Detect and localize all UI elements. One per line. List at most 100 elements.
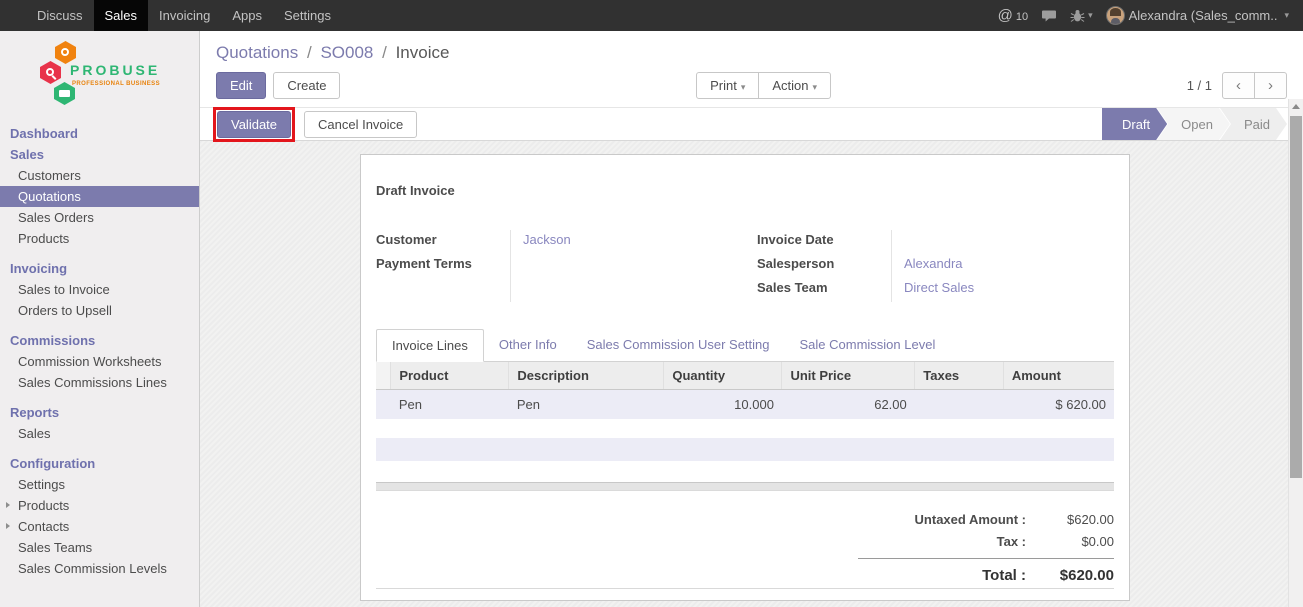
- sidebar-item-settings[interactable]: Settings: [0, 474, 199, 495]
- tab-sale-commission-level[interactable]: Sale Commission Level: [785, 329, 951, 362]
- mention-count: 10: [1016, 11, 1028, 23]
- invoice-date-value[interactable]: [904, 230, 1114, 254]
- tab-sales-commission-user-setting[interactable]: Sales Commission User Setting: [572, 329, 785, 362]
- col-unit-price[interactable]: Unit Price: [782, 362, 915, 390]
- cell-quantity[interactable]: 10.000: [664, 390, 782, 420]
- col-description[interactable]: Description: [509, 362, 664, 390]
- pager-next-button[interactable]: ›: [1254, 72, 1287, 99]
- mentions-counter[interactable]: @ 10: [998, 7, 1028, 24]
- breadcrumb-separator: /: [378, 43, 391, 62]
- sidebar-item-sales-commissions-lines[interactable]: Sales Commissions Lines: [0, 372, 199, 393]
- sidebar-section-reports[interactable]: Reports: [0, 402, 199, 423]
- topmenu-invoicing[interactable]: Invoicing: [148, 0, 221, 31]
- cell-description[interactable]: Pen: [509, 390, 664, 420]
- form-scroll-area: Draft Invoice Customer Payment Terms Jac…: [200, 141, 1303, 607]
- salesperson-value-link[interactable]: Alexandra: [904, 254, 1114, 278]
- validate-button[interactable]: Validate: [217, 111, 291, 138]
- tax-label: Tax :: [997, 534, 1026, 549]
- cell-amount[interactable]: $ 620.00: [1003, 390, 1114, 420]
- col-product[interactable]: Product: [391, 362, 509, 390]
- annotation-highlight-box: Validate: [213, 107, 295, 142]
- notebook-tabs: Invoice Lines Other Info Sales Commissio…: [376, 329, 1114, 362]
- sidebar-item-orders-to-upsell[interactable]: Orders to Upsell: [0, 300, 199, 321]
- customer-value-link[interactable]: Jackson: [523, 230, 745, 254]
- payment-terms-label: Payment Terms: [376, 254, 510, 278]
- scrollbar-thumb[interactable]: [1290, 116, 1302, 478]
- col-quantity[interactable]: Quantity: [664, 362, 782, 390]
- sidebar-item-reports-sales[interactable]: Sales: [0, 423, 199, 444]
- sales-team-value-link[interactable]: Direct Sales: [904, 278, 1114, 302]
- col-taxes[interactable]: Taxes: [915, 362, 1004, 390]
- chevron-down-icon: ▾: [1088, 10, 1093, 21]
- user-name: Alexandra (Sales_comm..: [1129, 8, 1278, 23]
- sidebar-item-products[interactable]: Products: [0, 228, 199, 249]
- field-group-right: Invoice Date Salesperson Sales Team Alex…: [745, 230, 1114, 302]
- edit-button[interactable]: Edit: [216, 72, 266, 99]
- cell-product[interactable]: Pen: [391, 390, 509, 420]
- gear-hexagon-icon: [55, 41, 76, 64]
- sidebar-item-label: Products: [18, 498, 69, 513]
- user-menu[interactable]: Alexandra (Sales_comm.. ▾: [1106, 6, 1289, 25]
- topmenu-settings[interactable]: Settings: [273, 0, 342, 31]
- pager-previous-button[interactable]: ‹: [1222, 72, 1255, 99]
- action-dropdown-button[interactable]: Action▾: [758, 72, 831, 99]
- print-label: Print: [710, 78, 737, 93]
- status-draft[interactable]: Draft: [1102, 108, 1167, 140]
- sheet-footer-divider: [376, 588, 1114, 589]
- vertical-scrollbar[interactable]: [1288, 99, 1303, 607]
- sidebar-section-sales[interactable]: Sales: [0, 144, 199, 165]
- sales-team-label: Sales Team: [757, 278, 891, 302]
- empty-line-strip[interactable]: [376, 438, 1114, 461]
- status-pipeline: Draft Open Paid: [1102, 108, 1287, 140]
- salesperson-label: Salesperson: [757, 254, 891, 278]
- sidebar-section-dashboard[interactable]: Dashboard: [0, 123, 199, 144]
- tax-value: $0.00: [1026, 534, 1114, 549]
- row-handle[interactable]: [376, 390, 391, 420]
- sidebar-item-config-contacts[interactable]: Contacts: [0, 516, 199, 537]
- sidebar-section-invoicing[interactable]: Invoicing: [0, 258, 199, 279]
- cell-taxes[interactable]: [915, 390, 1004, 420]
- totals-block: Untaxed Amount : $620.00 Tax : $0.00 Tot…: [376, 512, 1114, 591]
- sidebar-item-quotations[interactable]: Quotations: [0, 186, 199, 207]
- brand-name: PROBUSE: [70, 62, 160, 78]
- expand-caret-icon: [6, 523, 10, 529]
- sidebar-item-sales-orders[interactable]: Sales Orders: [0, 207, 199, 228]
- action-label: Action: [772, 78, 808, 93]
- sidebar-item-customers[interactable]: Customers: [0, 165, 199, 186]
- sidebar-item-sales-to-invoice[interactable]: Sales to Invoice: [0, 279, 199, 300]
- topmenu-sales[interactable]: Sales: [94, 0, 149, 31]
- sidebar-section-configuration[interactable]: Configuration: [0, 453, 199, 474]
- status-open[interactable]: Open: [1157, 108, 1230, 140]
- field-groups: Customer Payment Terms Jackson Invoice D…: [376, 230, 1114, 302]
- tab-other-info[interactable]: Other Info: [484, 329, 572, 362]
- at-icon: @: [998, 7, 1013, 24]
- payment-terms-value[interactable]: [523, 254, 745, 278]
- breadcrumb-current: Invoice: [396, 43, 450, 62]
- sidebar-item-sales-teams[interactable]: Sales Teams: [0, 537, 199, 558]
- expand-caret-icon: [6, 502, 10, 508]
- create-button[interactable]: Create: [273, 72, 340, 99]
- topmenu-apps[interactable]: Apps: [221, 0, 273, 31]
- print-dropdown-button[interactable]: Print▾: [696, 72, 759, 99]
- sidebar-item-config-products[interactable]: Products: [0, 495, 199, 516]
- sidebar-section-commissions[interactable]: Commissions: [0, 330, 199, 351]
- status-paid[interactable]: Paid: [1220, 108, 1287, 140]
- debug-menu[interactable]: ▾: [1070, 9, 1093, 23]
- sidebar-item-sales-commission-levels[interactable]: Sales Commission Levels: [0, 558, 199, 579]
- cell-unit-price[interactable]: 62.00: [782, 390, 915, 420]
- cancel-invoice-button[interactable]: Cancel Invoice: [304, 111, 417, 138]
- probuse-logo[interactable]: PROBUSE PROFESSIONAL BUSINESS: [0, 31, 199, 119]
- topmenu-discuss[interactable]: Discuss: [26, 0, 94, 31]
- breadcrumb-quotations-link[interactable]: Quotations: [216, 43, 298, 62]
- col-amount[interactable]: Amount: [1003, 362, 1114, 390]
- table-horizontal-scrollbar[interactable]: [376, 482, 1114, 491]
- tab-invoice-lines[interactable]: Invoice Lines: [376, 329, 484, 362]
- chat-bubble-icon[interactable]: [1041, 8, 1057, 23]
- breadcrumb-so008-link[interactable]: SO008: [320, 43, 373, 62]
- sidebar: PROBUSE PROFESSIONAL BUSINESS Dashboard …: [0, 31, 200, 607]
- scroll-up-button[interactable]: [1289, 99, 1303, 114]
- sidebar-item-commission-worksheets[interactable]: Commission Worksheets: [0, 351, 199, 372]
- table-row[interactable]: Pen Pen 10.000 62.00 $ 620.00: [376, 390, 1114, 420]
- row-handle-column: [376, 362, 391, 390]
- untaxed-amount-label: Untaxed Amount :: [915, 512, 1026, 527]
